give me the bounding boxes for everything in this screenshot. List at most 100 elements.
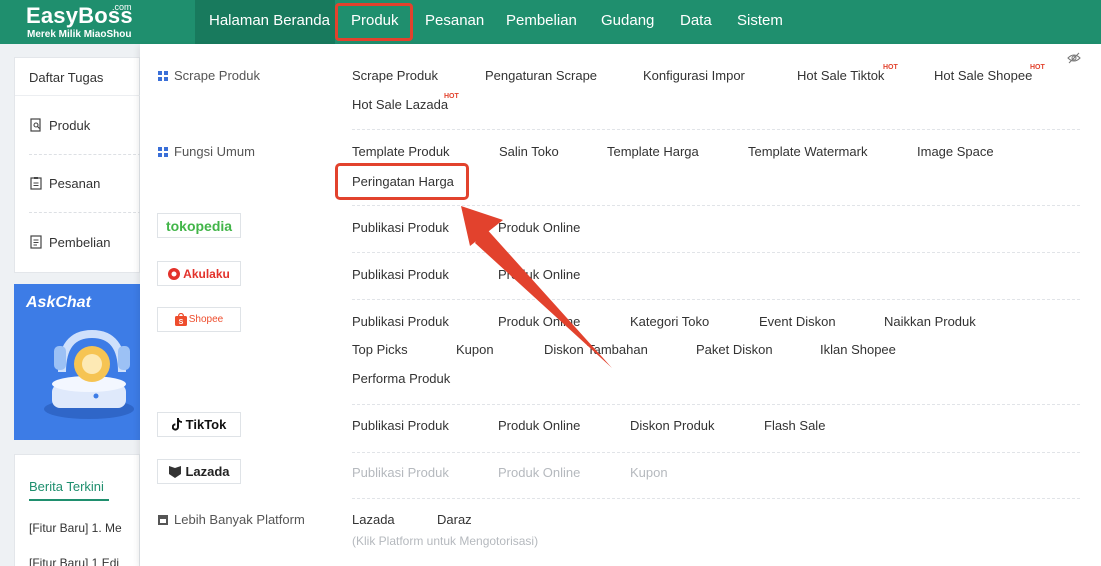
link-tiktok-diskon-produk[interactable]: Diskon Produk (630, 418, 715, 433)
category-scrape-produk: Scrape Produk (158, 68, 260, 83)
link-template-harga[interactable]: Template Harga (607, 144, 699, 159)
link-template-produk[interactable]: Template Produk (352, 144, 450, 159)
link-akulaku-publikasi-produk[interactable]: Publikasi Produk (352, 267, 449, 282)
link-shopee-top-picks[interactable]: Top Picks (352, 342, 408, 357)
task-item-produk[interactable]: Produk (29, 115, 90, 135)
link-shopee-paket-diskon[interactable]: Paket Diskon (696, 342, 773, 357)
nav-pesanan[interactable]: Pesanan (425, 12, 484, 29)
akulaku-icon (168, 267, 181, 280)
divider (29, 154, 141, 155)
news-item[interactable]: [Fitur Baru] 1 Edi (29, 556, 119, 566)
brand-suffix: .com (112, 2, 132, 12)
divider (29, 212, 141, 213)
divider (352, 404, 1080, 405)
link-lazada-kupon[interactable]: Kupon (630, 465, 668, 480)
task-item-pembelian[interactable]: Pembelian (29, 232, 110, 252)
link-shopee-kupon[interactable]: Kupon (456, 342, 494, 357)
link-tokopedia-publikasi-produk[interactable]: Publikasi Produk (352, 220, 449, 235)
clipboard-icon (30, 177, 42, 190)
tiktok-logo[interactable]: TikTok (157, 412, 241, 437)
link-konfigurasi-impor[interactable]: Konfigurasi Impor (643, 68, 745, 83)
brand-tagline: Merek Milik MiaoShou (27, 29, 132, 40)
news-card: Berita Terkini [Fitur Baru] 1. Me [Fitur… (14, 454, 140, 566)
link-tokopedia-produk-online[interactable]: Produk Online (498, 220, 580, 235)
link-shopee-produk-online[interactable]: Produk Online (498, 314, 580, 329)
category-label: Fungsi Umum (174, 144, 255, 159)
task-list-card: Daftar Tugas Produk Pesanan Pembelian (14, 57, 141, 273)
store-icon (158, 514, 168, 525)
eye-hidden-icon[interactable] (1067, 52, 1081, 64)
akulaku-logo[interactable]: Akulaku (157, 261, 241, 286)
lazada-logo[interactable]: Lazada (157, 459, 241, 484)
nav-pembelian[interactable]: Pembelian (506, 12, 577, 29)
link-image-space[interactable]: Image Space (917, 144, 994, 159)
produk-mega-menu: Scrape Produk Scrape Produk Pengaturan S… (140, 44, 1101, 566)
grid-icon (158, 146, 168, 157)
hot-badge: HOT (883, 64, 898, 71)
news-item[interactable]: [Fitur Baru] 1. Me (29, 521, 122, 535)
category-label: Scrape Produk (174, 68, 260, 83)
peringatan-harga-highlight (335, 163, 469, 200)
news-tab-underline (29, 499, 109, 501)
hot-badge: HOT (1030, 64, 1045, 71)
brand-logo[interactable]: EasyBoss .com Merek Milik MiaoShou (26, 2, 156, 42)
link-shopee-kategori-toko[interactable]: Kategori Toko (630, 314, 709, 329)
link-shopee-publikasi-produk[interactable]: Publikasi Produk (352, 314, 449, 329)
divider (352, 299, 1080, 300)
nav-home[interactable]: Halaman Beranda (209, 12, 330, 29)
task-item-label: Produk (49, 117, 91, 133)
askchat-promo-banner[interactable]: AskChat (14, 284, 140, 440)
lazada-heart-icon (169, 465, 182, 478)
tokopedia-logo[interactable]: tokopedia (157, 213, 241, 238)
link-akulaku-produk-online[interactable]: Produk Online (498, 267, 580, 282)
tiktok-note-icon (171, 418, 182, 431)
shopee-bag-icon: S (174, 313, 187, 326)
link-shopee-iklan-shopee[interactable]: Iklan Shopee (820, 342, 896, 357)
nav-produk-highlight (335, 3, 413, 41)
link-tiktok-publikasi-produk[interactable]: Publikasi Produk (352, 418, 449, 433)
link-lazada-publikasi-produk[interactable]: Publikasi Produk (352, 465, 449, 480)
link-hot-sale-tiktok[interactable]: Hot Sale Tiktok (797, 68, 884, 83)
link-shopee-performa-produk[interactable]: Performa Produk (352, 371, 450, 386)
platform-logo-text: Lazada (185, 464, 230, 479)
authorize-hint: (Klik Platform untuk Mengotorisasi) (352, 534, 539, 548)
task-item-pesanan[interactable]: Pesanan (29, 173, 100, 193)
link-lazada-produk-online[interactable]: Produk Online (498, 465, 580, 480)
link-hot-sale-shopee[interactable]: Hot Sale Shopee (934, 68, 1032, 83)
document-search-icon (30, 118, 41, 132)
link-more-lazada[interactable]: Lazada (352, 512, 395, 527)
news-tab[interactable]: Berita Terkini (29, 479, 104, 494)
link-shopee-diskon-tambahan[interactable]: Diskon Tambahan (544, 342, 648, 357)
link-template-watermark[interactable]: Template Watermark (748, 144, 867, 159)
top-nav-bar: EasyBoss .com Merek Milik MiaoShou Halam… (0, 0, 1101, 44)
link-more-daraz[interactable]: Daraz (437, 512, 472, 527)
nav-gudang[interactable]: Gudang (601, 12, 654, 29)
task-item-label: Pesanan (49, 175, 101, 191)
nav-sistem[interactable]: Sistem (737, 12, 783, 29)
platform-logo-text: tokopedia (165, 217, 233, 234)
link-pengaturan-scrape[interactable]: Pengaturan Scrape (485, 68, 597, 83)
link-shopee-naikkan-produk[interactable]: Naikkan Produk (884, 314, 976, 329)
hot-badge: HOT (444, 93, 459, 100)
link-tiktok-produk-online[interactable]: Produk Online (498, 418, 580, 433)
shopee-logo[interactable]: S Shopee (157, 307, 241, 332)
link-tiktok-flash-sale[interactable]: Flash Sale (764, 418, 825, 433)
divider (352, 452, 1080, 453)
task-list-title: Daftar Tugas (29, 70, 104, 85)
link-hot-sale-lazada[interactable]: Hot Sale Lazada (352, 97, 448, 112)
svg-text:S: S (178, 319, 183, 326)
grid-icon (158, 70, 168, 81)
divider (352, 129, 1080, 130)
category-more-platforms: Lebih Banyak Platform (158, 512, 305, 527)
link-salin-toko[interactable]: Salin Toko (499, 144, 559, 159)
divider (352, 498, 1080, 499)
divider (352, 252, 1080, 253)
platform-logo-text: Shopee (188, 314, 224, 325)
nav-data[interactable]: Data (680, 12, 712, 29)
divider (15, 95, 141, 96)
link-scrape-produk[interactable]: Scrape Produk (352, 68, 438, 83)
platform-logo-text: TikTok (185, 417, 227, 432)
link-shopee-event-diskon[interactable]: Event Diskon (759, 314, 836, 329)
category-fungsi-umum: Fungsi Umum (158, 144, 255, 159)
headphones-illustration-icon (44, 329, 134, 419)
